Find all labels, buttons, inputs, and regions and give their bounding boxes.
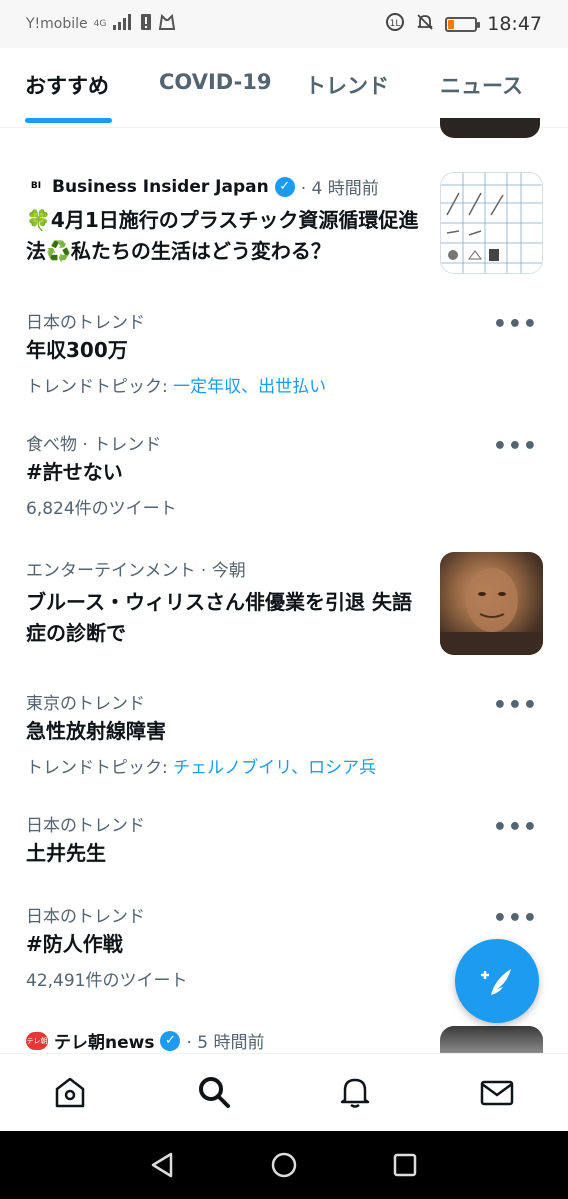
notifications-bell-icon[interactable] — [337, 1074, 373, 1110]
network-label: 4G — [93, 19, 107, 29]
active-tab-indicator — [25, 118, 112, 123]
svg-text:1L: 1L — [390, 19, 401, 29]
signal-icon — [112, 14, 134, 34]
trend-topic-links[interactable]: 一定年収、出世払い — [173, 377, 326, 397]
trend-title: 土井先生 — [26, 841, 106, 865]
more-options-icon[interactable]: ••• — [493, 815, 538, 840]
bottom-navigation — [0, 1053, 568, 1131]
news-source: テレ朝news — [54, 1033, 155, 1053]
home-circle-icon[interactable] — [269, 1150, 299, 1180]
tab-covid19[interactable]: COVID-19 — [159, 70, 272, 94]
verified-badge-icon: ✓ — [274, 176, 295, 197]
search-icon[interactable] — [196, 1074, 232, 1110]
trend-item-radiation[interactable]: 東京のトレンド 急性放射線障害 トレンドトピック: チェルノブイリ、ロシア兵 •… — [26, 689, 546, 778]
trend-title: 急性放射線障害 — [26, 719, 166, 743]
news-time: · 4 時間前 — [300, 179, 379, 199]
data-saver-icon: 1L — [385, 12, 405, 36]
news-thumbnail-table[interactable] — [440, 172, 543, 274]
bell-muted-icon — [415, 12, 435, 36]
trend-topics: トレンドトピック: チェルノブイリ、ロシア兵 — [26, 758, 377, 778]
tab-news[interactable]: ニュース — [440, 70, 523, 100]
battery-icon — [445, 16, 481, 32]
more-options-icon[interactable]: ••• — [493, 693, 538, 718]
news-headline: 🍀4月1日施行のプラスチック資源循環促進法♻️私たちの生活はどう変わる？ — [26, 208, 419, 263]
sim-alert-icon — [140, 13, 152, 35]
more-options-icon[interactable]: ••• — [493, 312, 538, 337]
trend-category: 日本のトレンド — [26, 907, 145, 927]
trend-category: 食べ物 · トレンド — [26, 435, 162, 455]
carrier-label: Y!mobile — [26, 16, 88, 32]
tweet-count: 6,824件のツイート — [26, 499, 177, 519]
back-triangle-icon[interactable] — [147, 1150, 177, 1180]
more-options-icon[interactable]: ••• — [493, 906, 538, 931]
news-time: · 5 時間前 — [186, 1033, 265, 1053]
trend-item-yurusenai[interactable]: 食べ物 · トレンド #許せない 6,824件のツイート ••• — [26, 430, 546, 519]
news-thumbnail-gray[interactable] — [440, 1026, 543, 1053]
trend-title: #許せない — [26, 460, 123, 484]
recents-square-icon[interactable] — [390, 1150, 420, 1180]
tv-asahi-logo: テレ朝 — [26, 1031, 48, 1050]
trend-topic-links[interactable]: チェルノブイリ、ロシア兵 — [173, 758, 376, 778]
app-notification-icon — [158, 13, 176, 35]
trend-category: 東京のトレンド — [26, 694, 145, 714]
home-icon[interactable] — [52, 1074, 88, 1110]
trend-category: 日本のトレンド — [26, 816, 145, 836]
compose-tweet-button[interactable] — [455, 939, 539, 1023]
tab-trends[interactable]: トレンド — [305, 70, 389, 100]
messages-envelope-icon[interactable] — [479, 1074, 515, 1110]
more-options-icon[interactable]: ••• — [493, 434, 538, 459]
system-navigation-bar — [0, 1131, 568, 1199]
feather-plus-icon — [481, 969, 511, 995]
explore-tabs: おすすめ COVID-19 トレンド ニュース — [0, 48, 568, 128]
news-source: Business Insider Japan — [52, 176, 269, 197]
news-headline: ブルース・ウィリスさん俳優業を引退 失語症の診断で — [26, 590, 412, 645]
news-thumbnail-photo[interactable] — [440, 552, 543, 655]
business-insider-logo: BI — [30, 181, 42, 191]
verified-badge-icon: ✓ — [160, 1030, 181, 1051]
clock: 18:47 — [487, 13, 542, 35]
trend-item-nenshu[interactable]: 日本のトレンド 年収300万 トレンドトピック: 一定年収、出世払い ••• — [26, 308, 546, 397]
trend-item-doi-sensei[interactable]: 日本のトレンド 土井先生 ••• — [26, 811, 546, 869]
trend-topics: トレンドトピック: 一定年収、出世払い — [26, 377, 327, 397]
tab-recommended[interactable]: おすすめ — [25, 70, 109, 100]
trend-title: 年収300万 — [26, 338, 128, 362]
trend-category: 日本のトレンド — [26, 313, 145, 333]
status-bar: Y!mobile 4G 1L 18:47 — [0, 0, 568, 48]
previous-item-thumbnail[interactable] — [440, 118, 540, 138]
